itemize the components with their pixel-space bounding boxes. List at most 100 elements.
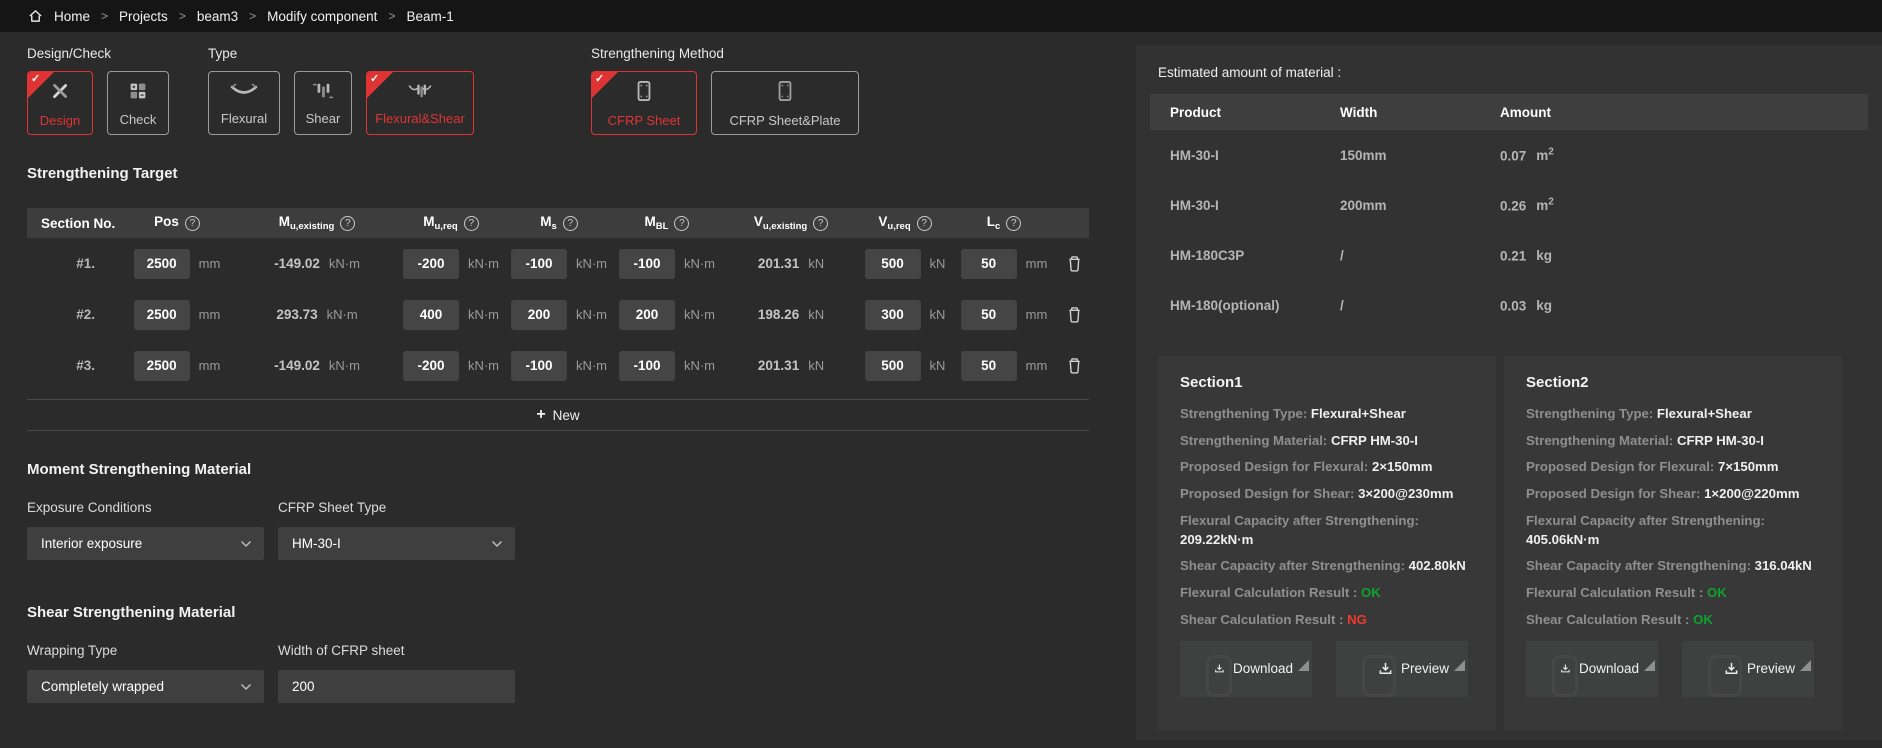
option-check[interactable]: Check (107, 71, 169, 135)
trash-icon[interactable] (1067, 255, 1082, 272)
column-header-mbl: MBL? (613, 214, 721, 232)
option-flexural[interactable]: Flexural (208, 71, 280, 135)
unit-label: kN·m (684, 307, 715, 322)
vu-existing-value: 201.31 (758, 256, 799, 271)
mu-req-input[interactable] (403, 300, 459, 330)
option-label: CFRP Sheet (608, 113, 681, 128)
unit-label: kN (930, 256, 946, 271)
help-icon[interactable]: ? (563, 216, 578, 231)
amount-cell: 0.21kg (1500, 247, 1868, 264)
design-check-group-label: Design/Check (27, 46, 208, 61)
type-group-label: Type (208, 46, 591, 61)
ms-input[interactable] (511, 300, 567, 330)
breadcrumb-projects[interactable]: Projects (119, 9, 168, 24)
vu-req-input[interactable] (865, 351, 921, 381)
unit-label: kN·m (329, 358, 360, 373)
ms-input[interactable] (511, 351, 567, 381)
result-value: OK (1693, 612, 1713, 627)
option-cfrp-sheet[interactable]: ✓ CFRP Sheet (591, 71, 697, 135)
unit-label: kN (808, 256, 824, 271)
preview-button[interactable]: Preview (1682, 641, 1814, 697)
option-flexural-shear[interactable]: ✓ Flexural&Shear (366, 71, 474, 135)
unit-label: kN·m (468, 307, 499, 322)
help-icon[interactable]: ? (813, 216, 828, 231)
trash-icon[interactable] (1067, 357, 1082, 374)
chevron-right-icon: > (99, 9, 110, 23)
mbl-input[interactable] (619, 351, 675, 381)
download-label: Download (1233, 661, 1293, 676)
section-title: Section1 (1180, 374, 1474, 391)
mu-existing-value: -149.02 (274, 256, 320, 271)
column-header-pos: Pos? (117, 214, 237, 232)
breadcrumb-project[interactable]: beam3 (197, 9, 238, 24)
unit-label: kN·m (684, 256, 715, 271)
help-icon[interactable]: ? (917, 216, 932, 231)
breadcrumb-home[interactable]: Home (54, 9, 90, 24)
preview-label: Preview (1747, 661, 1795, 676)
width-cell: / (1340, 248, 1500, 263)
unit-label: kN (808, 307, 824, 322)
help-icon[interactable]: ? (674, 216, 689, 231)
trash-icon[interactable] (1067, 306, 1082, 323)
mu-req-input[interactable] (403, 351, 459, 381)
unit-label: kN·m (468, 358, 499, 373)
breadcrumb-beam[interactable]: Beam-1 (406, 9, 453, 24)
pos-input[interactable] (134, 300, 190, 330)
table-header-row: Section No. Pos? Mu,existing? Mu,req? Ms… (27, 208, 1089, 238)
column-header-section-no: Section No. (27, 216, 117, 231)
product-cell: HM-180C3P (1170, 248, 1340, 263)
help-icon[interactable]: ? (464, 216, 479, 231)
home-icon[interactable] (28, 9, 43, 23)
row-number: #2. (27, 307, 117, 322)
lc-input[interactable] (961, 300, 1017, 330)
vu-req-input[interactable] (865, 300, 921, 330)
shear-icon (310, 81, 336, 106)
wrapping-type-label: Wrapping Type (27, 643, 278, 658)
material-table-header: Product Width Amount (1150, 94, 1868, 130)
help-icon[interactable]: ? (185, 216, 200, 231)
chevron-right-icon: > (386, 9, 397, 23)
selected-value: Interior exposure (41, 536, 240, 551)
lc-input[interactable] (961, 351, 1017, 381)
material-row: HM-180C3P / 0.21kg (1150, 230, 1868, 280)
table-row: #1. mm -149.02kN·m kN·m kN·m kN·m 201.31… (27, 238, 1089, 289)
vu-existing-value: 201.31 (758, 358, 799, 373)
amount-cell: 0.07m2 (1500, 147, 1868, 164)
unit-label: kN·m (576, 256, 607, 271)
method-group-label: Strengthening Method (591, 46, 1136, 61)
add-section-button[interactable]: + New (27, 399, 1089, 431)
result-value: OK (1707, 585, 1727, 600)
amount-cell: 0.03kg (1500, 297, 1868, 314)
breadcrumb-modify-component[interactable]: Modify component (267, 9, 377, 24)
amount-cell: 0.26m2 (1500, 197, 1868, 214)
cfrp-sheet-type-select[interactable]: HM-30-I (278, 527, 515, 560)
pos-input[interactable] (134, 249, 190, 279)
wrapping-type-select[interactable]: Completely wrapped (27, 670, 264, 703)
option-label: Check (120, 112, 157, 127)
cfrp-sheet-icon (634, 79, 654, 108)
mbl-input[interactable] (619, 300, 675, 330)
option-shear[interactable]: Shear (294, 71, 352, 135)
pos-input[interactable] (134, 351, 190, 381)
chevron-down-icon (240, 540, 252, 548)
option-design[interactable]: ✓ Design (27, 71, 93, 135)
vu-req-input[interactable] (865, 249, 921, 279)
preview-button[interactable]: Preview (1336, 641, 1468, 697)
download-button[interactable]: Download (1180, 641, 1312, 697)
download-button[interactable]: Download (1526, 641, 1658, 697)
mu-req-input[interactable] (403, 249, 459, 279)
result-value: OK (1361, 585, 1381, 600)
mbl-input[interactable] (619, 249, 675, 279)
add-section-label: New (553, 408, 580, 423)
material-panel-title: Estimated amount of material : (1158, 65, 1868, 80)
column-header-vu-existing: Vu,existing? (721, 214, 861, 232)
cfrp-width-input[interactable] (278, 670, 515, 703)
option-cfrp-sheet-plate[interactable]: CFRP Sheet&Plate (711, 71, 859, 135)
ms-input[interactable] (511, 249, 567, 279)
unit-label: mm (199, 256, 221, 271)
help-icon[interactable]: ? (340, 216, 355, 231)
exposure-conditions-select[interactable]: Interior exposure (27, 527, 264, 560)
unit-label: mm (1026, 307, 1048, 322)
lc-input[interactable] (961, 249, 1017, 279)
help-icon[interactable]: ? (1006, 216, 1021, 231)
